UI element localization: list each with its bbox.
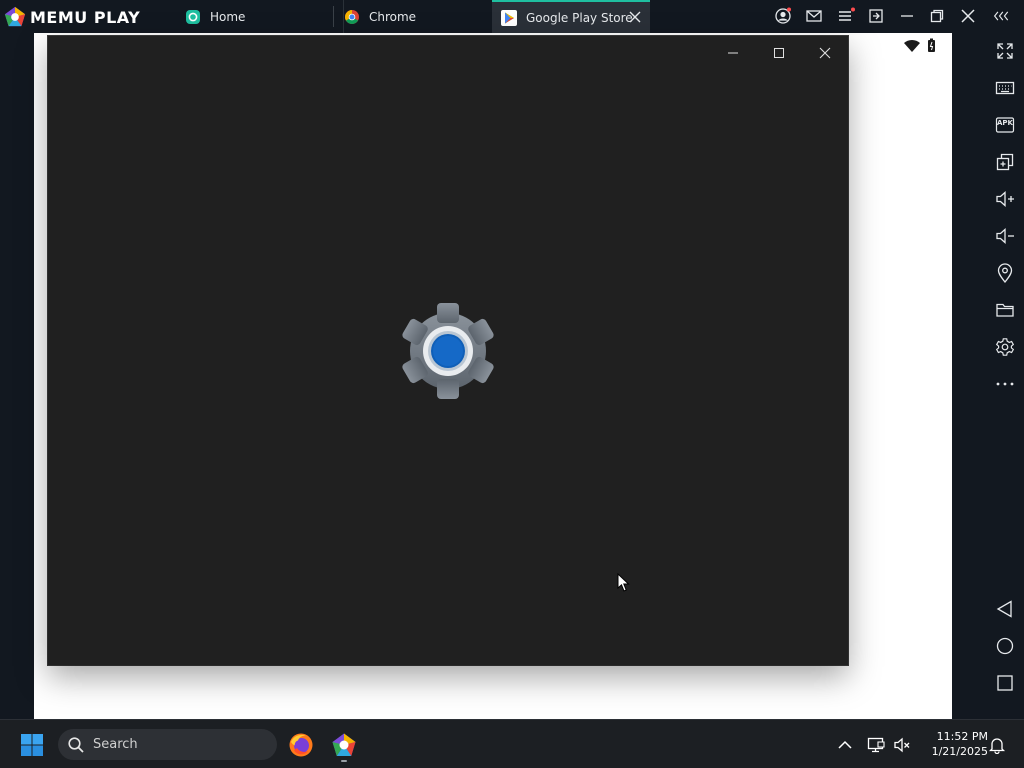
- tab-chrome[interactable]: Chrome: [343, 0, 492, 33]
- mail-icon[interactable]: [805, 7, 823, 25]
- apk-icon[interactable]: APK: [995, 115, 1015, 135]
- menu-icon[interactable]: [837, 7, 855, 25]
- tab-close-icon[interactable]: [628, 10, 642, 24]
- settings-gear-icon: [402, 303, 494, 399]
- multi-window-icon[interactable]: [867, 7, 885, 25]
- window-close-icon[interactable]: [810, 42, 840, 64]
- collapse-icon[interactable]: [993, 7, 1011, 25]
- play-store-icon: [501, 9, 517, 26]
- tab-home[interactable]: Home: [185, 0, 335, 33]
- chrome-icon: [345, 9, 359, 24]
- windows-start-icon[interactable]: [20, 733, 44, 757]
- search-input[interactable]: [93, 737, 263, 752]
- apk-label: APK: [997, 119, 1013, 127]
- recents-icon[interactable]: [995, 673, 1015, 693]
- system-clock[interactable]: 11:52 PM 1/21/2025: [918, 729, 988, 759]
- emulator-right-margin: [952, 33, 985, 719]
- fullscreen-icon[interactable]: [995, 41, 1015, 61]
- window-maximize-icon[interactable]: [764, 42, 794, 64]
- volume-muted-icon[interactable]: [893, 736, 911, 754]
- android-status-bar: [904, 38, 935, 52]
- firefox-icon[interactable]: [288, 732, 314, 758]
- memu-brand: MEMU PLAY: [4, 5, 140, 29]
- window-minimize-icon[interactable]: [718, 42, 748, 64]
- location-icon[interactable]: [995, 263, 1015, 283]
- windows-taskbar: 11:52 PM 1/21/2025: [0, 719, 1024, 768]
- keyboard-icon[interactable]: [995, 78, 1015, 98]
- taskbar-search[interactable]: [58, 729, 277, 760]
- emulator-left-margin: [0, 33, 34, 719]
- mouse-cursor-icon: [617, 573, 630, 592]
- clock-date: 1/21/2025: [931, 745, 988, 758]
- volume-up-icon[interactable]: [995, 189, 1015, 209]
- settings-icon[interactable]: [995, 337, 1015, 357]
- clock-time: 11:52 PM: [936, 730, 988, 743]
- tab-home-label: Home: [210, 9, 246, 24]
- display-icon[interactable]: [867, 736, 885, 754]
- account-icon[interactable]: [774, 7, 792, 25]
- close-icon[interactable]: [959, 7, 977, 25]
- tab-google-play-store[interactable]: Google Play Store: [492, 0, 650, 33]
- brand-name: MEMU PLAY: [30, 7, 141, 27]
- memu-icon[interactable]: [331, 732, 357, 758]
- add-window-icon[interactable]: [995, 152, 1015, 172]
- folder-icon[interactable]: [995, 300, 1015, 320]
- search-icon: [68, 736, 84, 753]
- battery-icon: [928, 38, 935, 52]
- emulator-titlebar: MEMU PLAY Home Chrome Google Play Store: [0, 0, 1024, 33]
- home-app-icon: [186, 9, 200, 24]
- chevron-up-icon[interactable]: [836, 736, 854, 754]
- back-icon[interactable]: [995, 599, 1015, 619]
- emulator-sidebar: APK: [985, 33, 1024, 719]
- notification-icon[interactable]: [988, 736, 1006, 754]
- home-icon[interactable]: [995, 636, 1015, 656]
- memu-logo-icon: [4, 6, 26, 27]
- minimize-icon[interactable]: [898, 7, 916, 25]
- tab-divider: [333, 6, 334, 27]
- tab-chrome-label: Chrome: [369, 9, 417, 24]
- restore-icon[interactable]: [928, 7, 946, 25]
- more-icon[interactable]: [995, 374, 1015, 394]
- tab-play-label: Google Play Store: [526, 10, 633, 25]
- app-running-indicator: [341, 760, 347, 762]
- wifi-icon: [904, 39, 920, 52]
- volume-down-icon[interactable]: [995, 226, 1015, 246]
